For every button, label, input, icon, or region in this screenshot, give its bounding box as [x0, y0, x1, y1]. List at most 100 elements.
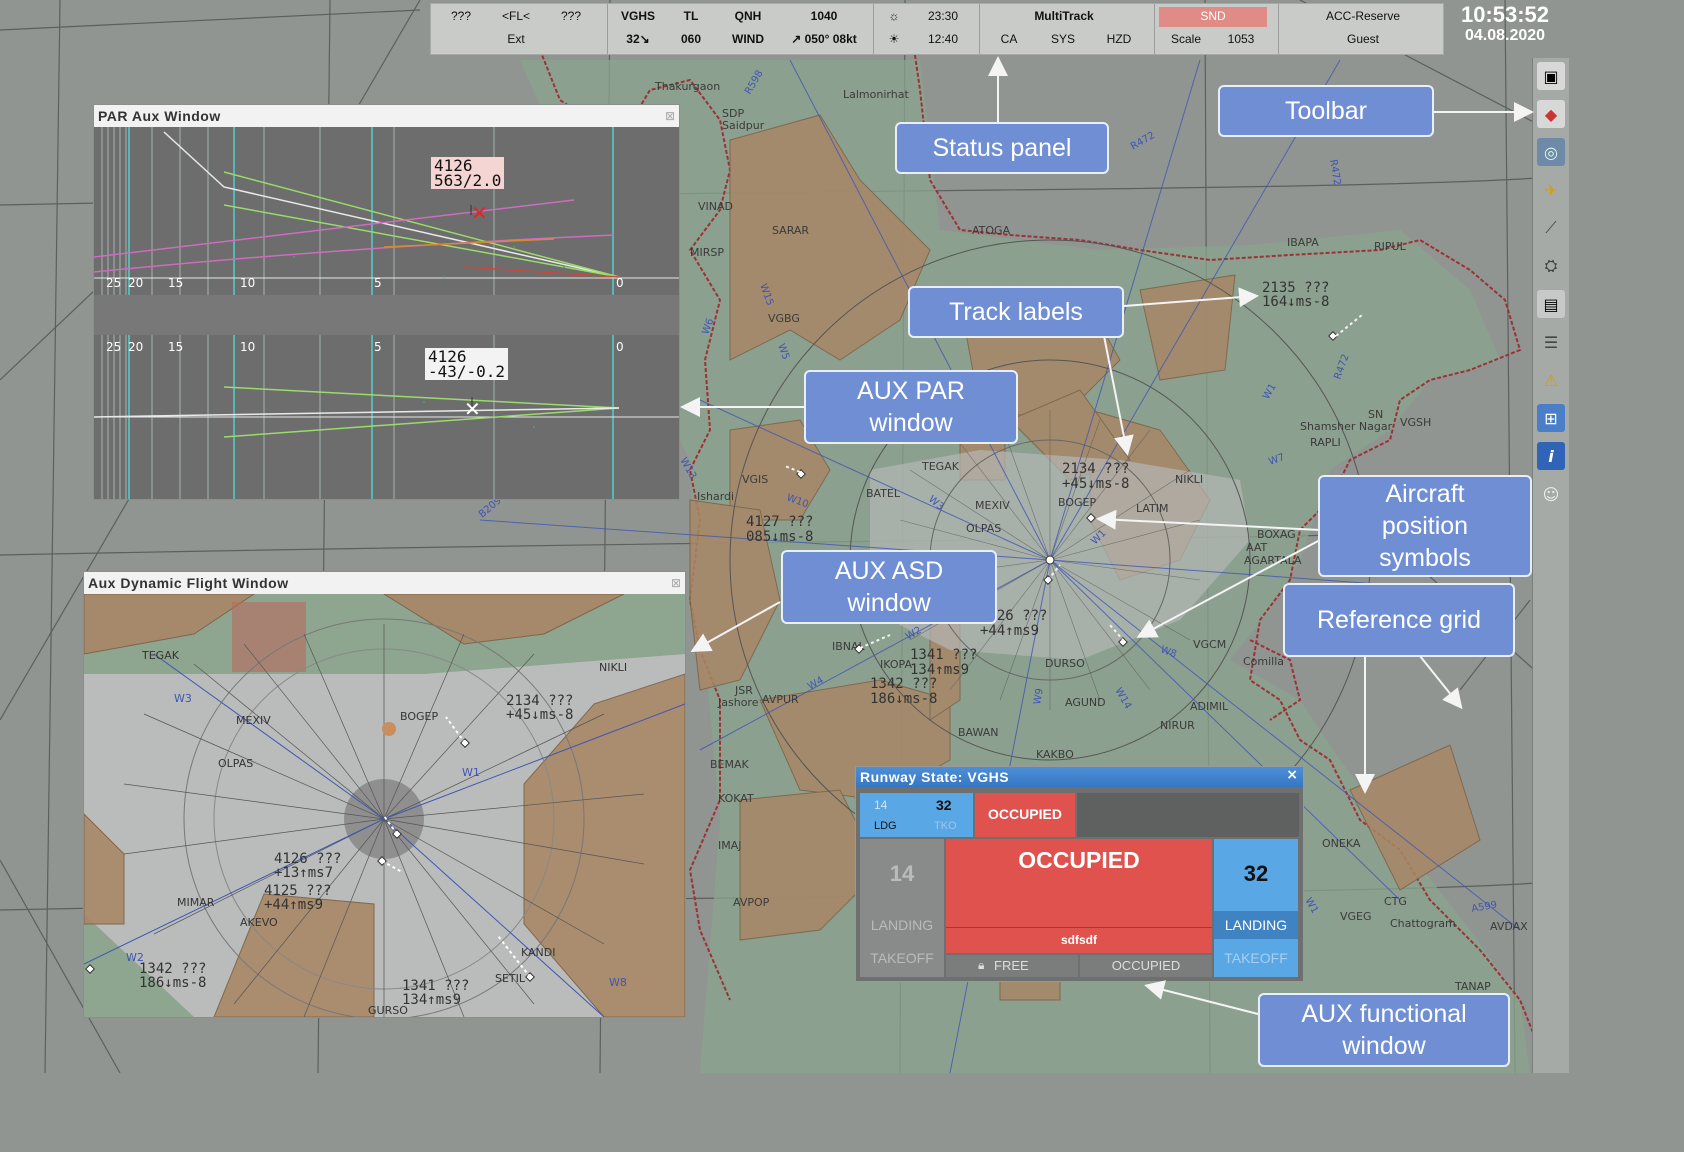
runway-32-takeoff-button[interactable]: TAKEOFF: [1214, 950, 1298, 966]
label-kandi: KANDI: [521, 946, 556, 959]
scale-tick: 0: [616, 340, 624, 354]
info-icon[interactable]: i: [1537, 442, 1565, 470]
runway-state-window[interactable]: Runway State: VGHS × 14 32 LDG TKO OCCUP…: [855, 766, 1304, 982]
scale-tick: 10: [240, 340, 256, 354]
panels-icon[interactable]: ⊞: [1537, 404, 1565, 432]
label-tegak: TEGAK: [921, 460, 960, 473]
warning-icon[interactable]: ⚠: [1537, 366, 1565, 394]
track-label-info[interactable]: +44↑ms9: [980, 623, 1039, 639]
label-akevo: AKEVO: [240, 916, 278, 929]
label-ctg: CTG: [1384, 895, 1407, 908]
status-field[interactable]: ???: [551, 9, 591, 23]
label-w3: W3: [174, 692, 192, 705]
window-title[interactable]: PAR Aux Window: [94, 105, 679, 127]
airway-label: R472: [1129, 130, 1157, 153]
par-scope: ✕ ✕: [94, 127, 679, 499]
label-kakbo: KAKBO: [1036, 748, 1074, 761]
label-batel: BATEL: [866, 487, 901, 500]
list-icon[interactable]: ☰: [1537, 328, 1565, 356]
window-icon[interactable]: ▣: [1537, 62, 1565, 90]
track-label-callsign[interactable]: 4127 ???: [746, 514, 813, 530]
toolbar: ▣ ◆ ◎ ✈ ⟋ ⛭ ▤ ☰ ⚠ ⊞ i ☺: [1532, 58, 1569, 1073]
label-w1: W1: [462, 766, 480, 779]
close-icon[interactable]: ⊠: [671, 576, 681, 590]
airport-marker[interactable]: [1045, 555, 1055, 565]
status-fl-filter[interactable]: <FL<: [493, 9, 539, 23]
asd-track-label[interactable]: 1341 ??? 134↑ms9: [402, 979, 469, 1007]
track-label-callsign[interactable]: 1342 ???: [870, 676, 937, 692]
status-scale-label: Scale: [1170, 32, 1202, 46]
runway-state-label: OCCUPIED: [1018, 847, 1140, 873]
asd-track-label[interactable]: 4126 ??? +13↑ms7: [274, 852, 341, 880]
sun-icon: ☼: [888, 9, 900, 23]
scale-tick: 5: [374, 340, 382, 354]
runway-state-note[interactable]: sdfsdf: [946, 933, 1212, 947]
track-label-info[interactable]: 164↓ms-8: [1262, 294, 1329, 310]
track-callsign: 4125 ???: [264, 883, 332, 899]
ruler-icon[interactable]: ⟋: [1537, 214, 1565, 242]
close-icon[interactable]: ⊠: [665, 109, 675, 123]
track-info: +45↓ms-8: [506, 707, 574, 723]
window-title[interactable]: Runway State: VGHS: [856, 767, 1303, 787]
status-user[interactable]: Guest: [1293, 32, 1433, 46]
track-label-info[interactable]: 186↓ms-8: [870, 691, 937, 707]
track-label-callsign[interactable]: 2134 ???: [1062, 461, 1129, 477]
status-hzd[interactable]: HZD: [1097, 32, 1141, 46]
label-tegak: TEGAK: [142, 649, 179, 662]
label-thakurgaon: Thakurgaon: [654, 80, 720, 93]
map-settings-icon[interactable]: ▤: [1537, 290, 1565, 318]
status-tl-value[interactable]: 060: [676, 32, 706, 46]
status-field[interactable]: ???: [441, 9, 481, 23]
status-snd[interactable]: SND: [1159, 9, 1267, 23]
track-label-info[interactable]: +45↓ms-8: [1062, 476, 1129, 492]
runway-32-label: 32: [1243, 861, 1269, 886]
status-qnh-value[interactable]: 1040: [799, 9, 849, 23]
status-runway[interactable]: 32↘: [615, 32, 661, 46]
status-ca[interactable]: CA: [989, 32, 1029, 46]
aux-dynamic-flight-window[interactable]: Aux Dynamic Flight Window ⊠ TEGAK MEXIV …: [83, 571, 686, 1018]
user-icon[interactable]: ☺: [1537, 480, 1565, 508]
runway-14-takeoff-button[interactable]: TAKEOFF: [860, 950, 944, 966]
annotation-track-labels: Track labels: [908, 286, 1124, 338]
airport-icon[interactable]: ✈: [1537, 176, 1565, 204]
label-adimil: ADIMIL: [1190, 700, 1229, 713]
scale-tick: 20: [128, 276, 144, 290]
label-avpur: AVPUR: [762, 693, 799, 706]
label-oneka: ONEKA: [1322, 837, 1361, 850]
status-sector[interactable]: ACC-Reserve: [1293, 9, 1433, 23]
radar-icon[interactable]: ◎: [1537, 138, 1565, 166]
mini-tko: TKO: [934, 820, 957, 832]
asd-track-label[interactable]: 4125 ??? +44↑ms9: [264, 884, 331, 912]
aircraft-icon[interactable]: ⛭: [1537, 252, 1565, 280]
par-aux-window[interactable]: PAR Aux Window ⊠ ✕ ✕ 25 20 15 10 5 0 25 …: [93, 104, 680, 500]
track-callsign: 1341 ???: [402, 978, 470, 994]
close-icon[interactable]: ×: [1286, 767, 1298, 783]
track-label-info[interactable]: 085↓ms-8: [746, 529, 813, 545]
clock-time: 10:53:52: [1460, 2, 1550, 27]
status-sys[interactable]: SYS: [1043, 32, 1083, 46]
status-scale-value[interactable]: 1053: [1213, 32, 1269, 46]
status-ext[interactable]: Ext: [493, 32, 539, 46]
occupied-button[interactable]: OCCUPIED: [1080, 955, 1212, 977]
label-sarar: SARAR: [772, 224, 809, 237]
asd-track-label[interactable]: 1342 ??? 186↓ms-8: [139, 962, 206, 990]
label-boxag: BOXAG: [1257, 528, 1296, 541]
status-multitrack[interactable]: MultiTrack: [989, 9, 1139, 23]
status-airport[interactable]: VGHS: [615, 9, 661, 23]
par-target-tag[interactable]: 4126 563/2.0: [431, 157, 505, 189]
status-wind-value[interactable]: ↗ 050° 08kt: [779, 32, 869, 46]
label-saidpur: Saidpur: [722, 119, 765, 132]
label-bemak: BEMAK: [710, 758, 750, 771]
runway-14-landing-button[interactable]: LANDING: [860, 917, 944, 933]
asd-track-label[interactable]: 2134 ??? +45↓ms-8: [506, 694, 573, 722]
par-target-tag[interactable]: 4126 -43/-0.2: [425, 348, 509, 380]
label-mimar: MIMAR: [177, 896, 215, 909]
window-title[interactable]: Aux Dynamic Flight Window: [84, 572, 685, 594]
free-button[interactable]: 🔒︎ FREE: [946, 955, 1078, 977]
airway-label: R472: [1327, 159, 1342, 187]
track-callsign: 1342 ???: [139, 961, 207, 977]
layers-icon[interactable]: ◆: [1537, 100, 1565, 128]
label-durso: DURSO: [1045, 657, 1085, 670]
track-label-callsign[interactable]: 1341 ???: [910, 647, 977, 663]
annotation-aux-functional: AUX functional window: [1258, 993, 1510, 1067]
